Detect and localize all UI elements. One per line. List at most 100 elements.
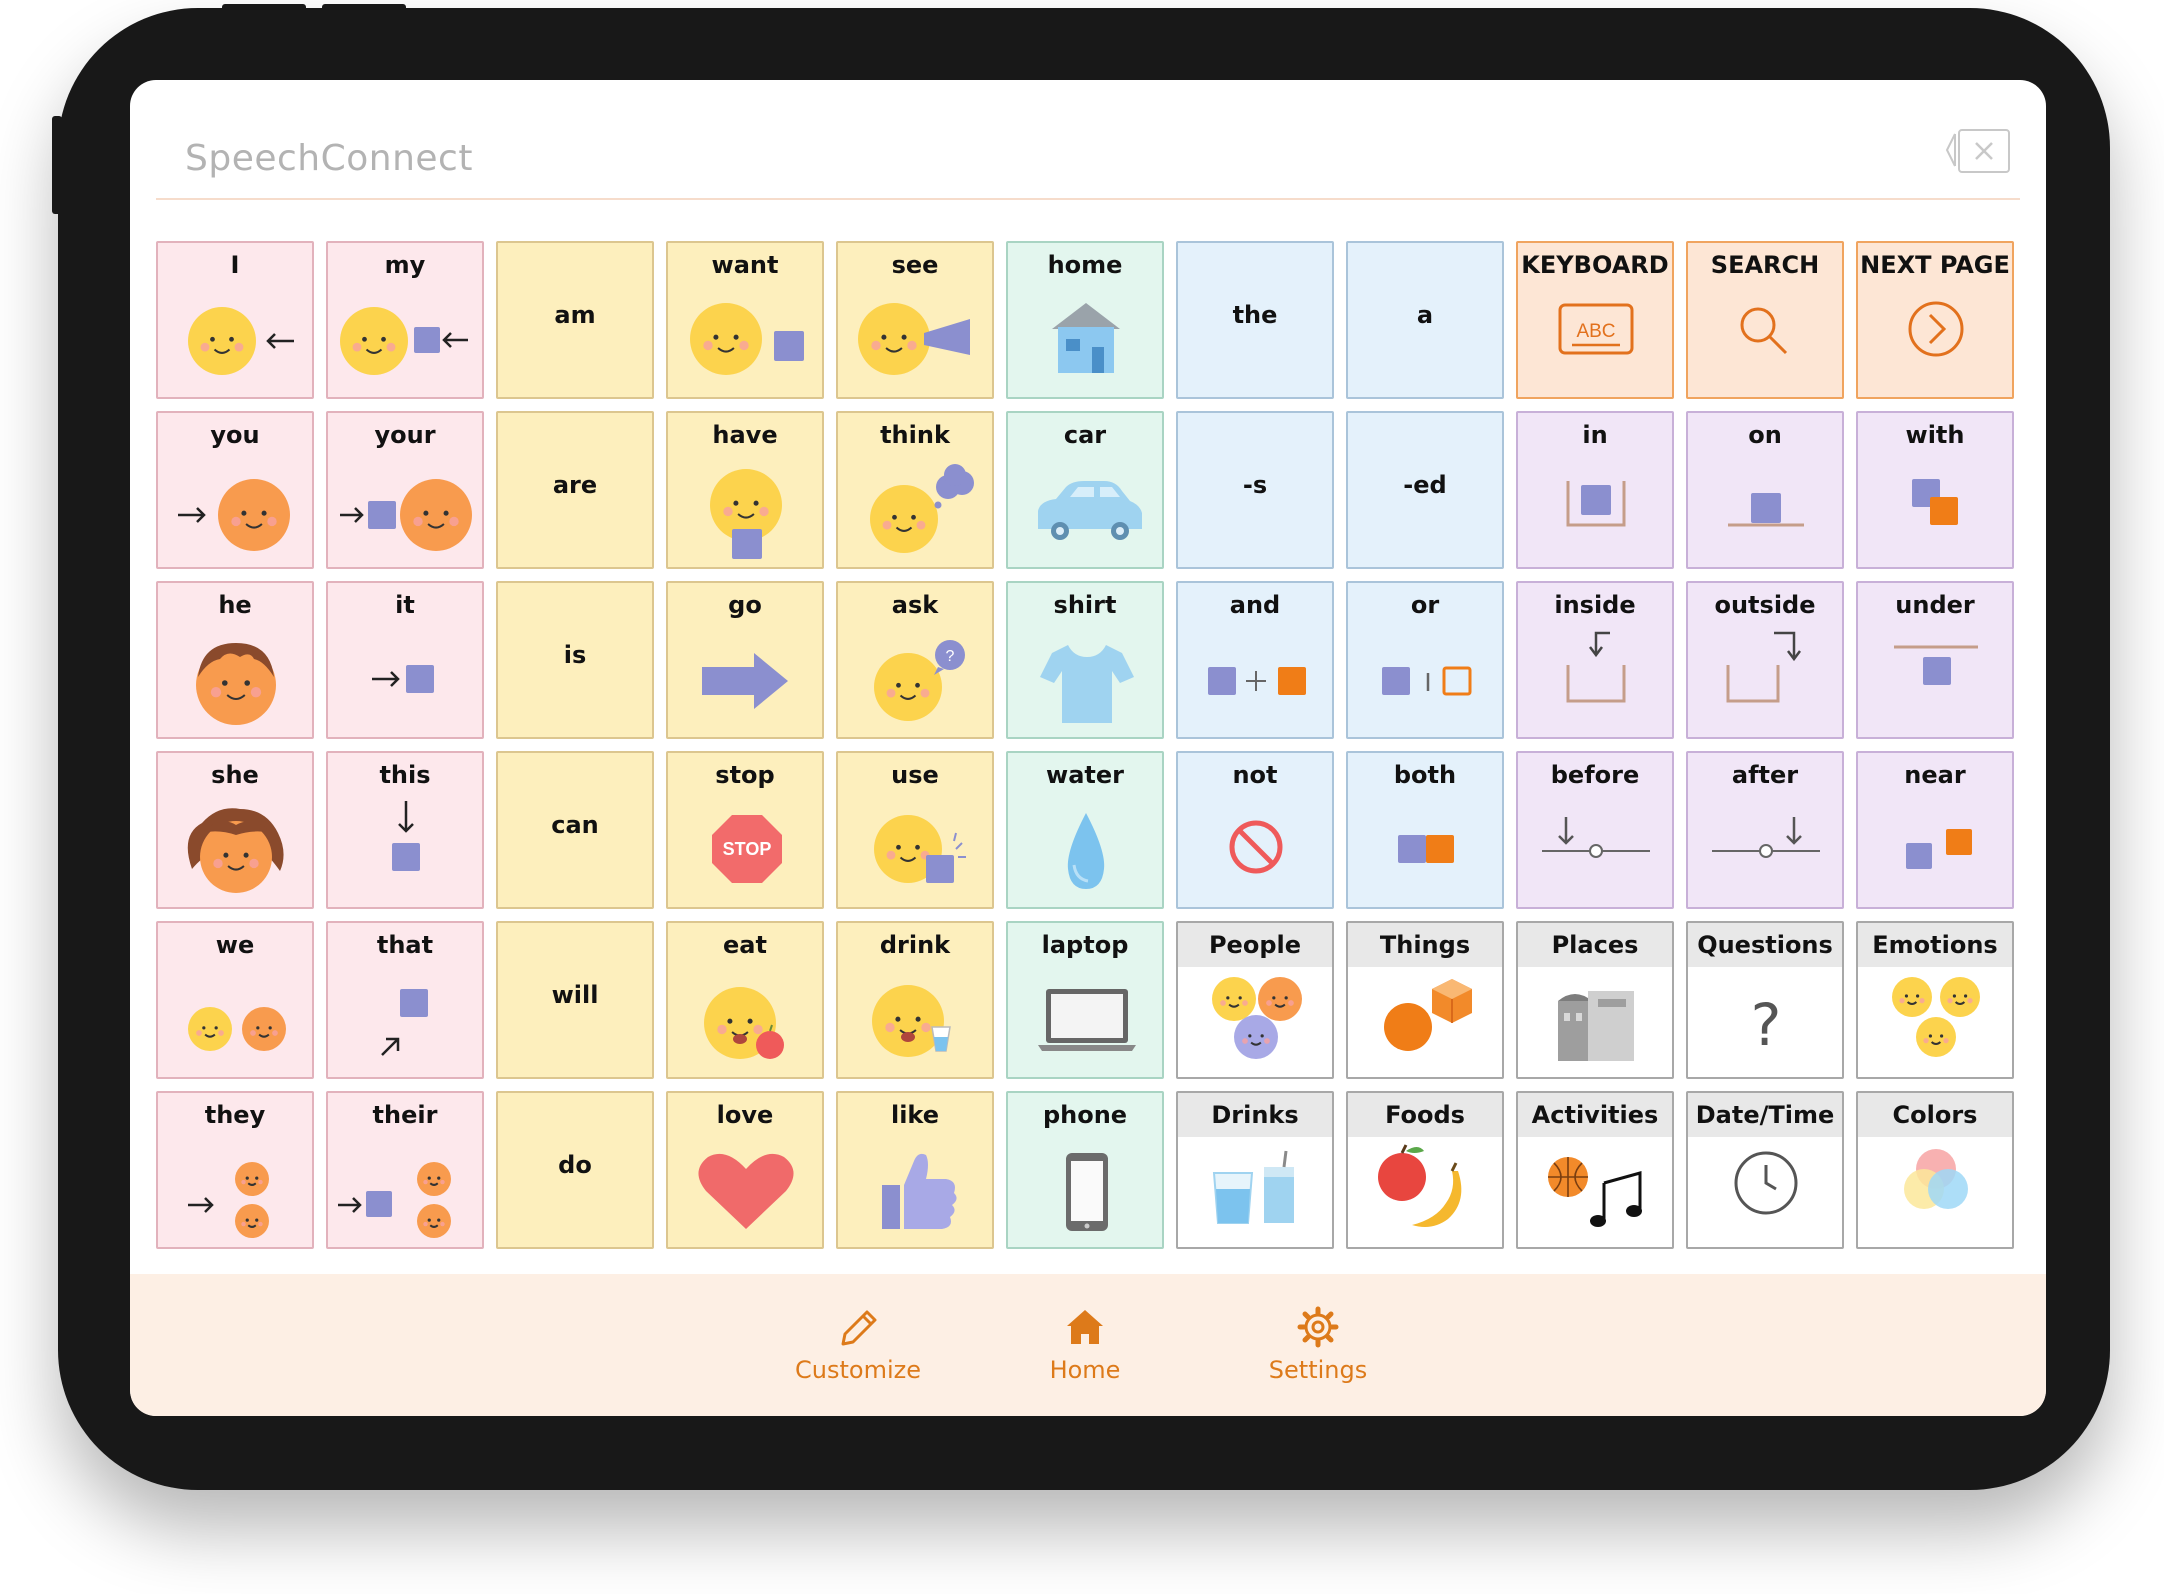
symbol-tile-label: inside — [1554, 591, 1636, 619]
symbol-tile-i[interactable]: I — [156, 241, 314, 399]
symbol-tile-want[interactable]: want — [666, 241, 824, 399]
symbol-tile-drinks[interactable]: Drinks — [1176, 1091, 1334, 1249]
symbol-tile-label: Activities — [1531, 1101, 1659, 1129]
symbol-tile-label: Colors — [1892, 1101, 1978, 1129]
symbol-tile-and[interactable]: and — [1176, 581, 1334, 739]
symbol-tile-date-time[interactable]: Date/Time — [1686, 1091, 1844, 1249]
symbol-tile-will[interactable]: will — [496, 921, 654, 1079]
symbol-tile-activities[interactable]: Activities — [1516, 1091, 1674, 1249]
symbol-tile-next-page[interactable]: NEXT PAGE — [1856, 241, 2014, 399]
symbol-tile-label: use — [891, 761, 939, 789]
symbol-tile-phone[interactable]: phone — [1006, 1091, 1164, 1249]
symbol-tile-like[interactable]: like — [836, 1091, 994, 1249]
symbol-tile-label: this — [379, 761, 431, 789]
symbol-tile-label: your — [374, 421, 436, 449]
symbol-tile-colors[interactable]: Colors — [1856, 1091, 2014, 1249]
symbol-tile-label: like — [890, 1101, 940, 1129]
symbol-tile-have[interactable]: have — [666, 411, 824, 569]
symbol-tile-questions[interactable]: Questions? — [1686, 921, 1844, 1079]
symbol-tile-do[interactable]: do — [496, 1091, 654, 1249]
house-icon — [1008, 289, 1162, 393]
symbol-tile-it[interactable]: it — [326, 581, 484, 739]
symbol-tile-outside[interactable]: outside — [1686, 581, 1844, 739]
symbol-tile-ed[interactable]: -ed — [1346, 411, 1504, 569]
symbol-tile-eat[interactable]: eat — [666, 921, 824, 1079]
device-top-button — [322, 4, 406, 12]
symbol-tile-is[interactable]: is — [496, 581, 654, 739]
symbol-tile-before[interactable]: before — [1516, 751, 1674, 909]
symbol-tile-water[interactable]: water — [1006, 751, 1164, 909]
symbol-tile-after[interactable]: after — [1686, 751, 1844, 909]
face-drinking-icon — [838, 969, 992, 1073]
symbol-tile-things[interactable]: Things — [1346, 921, 1504, 1079]
symbol-tile-can[interactable]: can — [496, 751, 654, 909]
symbol-tile-both[interactable]: both — [1346, 751, 1504, 909]
symbol-tile-label: my — [384, 251, 426, 279]
nav-customize[interactable]: Customize — [758, 1302, 958, 1384]
symbol-tile-with[interactable]: with — [1856, 411, 2014, 569]
symbol-tile-label: go — [728, 591, 762, 619]
symbol-tile-near[interactable]: near — [1856, 751, 2014, 909]
nav-settings[interactable]: Settings — [1218, 1302, 1418, 1384]
bottom-nav: Customize Home Settings — [130, 1274, 2046, 1416]
symbol-tile-label: NEXT PAGE — [1860, 251, 2010, 279]
backspace-icon[interactable] — [1945, 128, 2015, 178]
symbol-tile-think[interactable]: think — [836, 411, 994, 569]
symbol-tile-drink[interactable]: drink — [836, 921, 994, 1079]
symbol-tile-he[interactable]: he — [156, 581, 314, 739]
symbol-tile-see[interactable]: see — [836, 241, 994, 399]
symbol-tile-your[interactable]: your — [326, 411, 484, 569]
symbol-tile-love[interactable]: love — [666, 1091, 824, 1249]
symbol-tile-search[interactable]: SEARCH — [1686, 241, 1844, 399]
symbol-tile-their[interactable]: their — [326, 1091, 484, 1249]
symbol-tile-emotions[interactable]: Emotions — [1856, 921, 2014, 1079]
symbol-tile-ask[interactable]: ask? — [836, 581, 994, 739]
symbol-tile-label: love — [716, 1101, 774, 1129]
ball-music-icon — [1518, 1139, 1672, 1243]
people-faces-icon — [1178, 969, 1332, 1073]
symbol-tile-or[interactable]: or — [1346, 581, 1504, 739]
symbol-tile-home[interactable]: home — [1006, 241, 1164, 399]
symbol-tile-label: is — [563, 641, 587, 669]
symbol-tile-the[interactable]: the — [1176, 241, 1334, 399]
symbol-tile-laptop[interactable]: laptop — [1006, 921, 1164, 1079]
item-plus-item-icon — [1178, 629, 1332, 733]
symbol-tile-foods[interactable]: Foods — [1346, 1091, 1504, 1249]
symbol-tile-label: water — [1046, 761, 1124, 789]
symbol-tile-my[interactable]: my — [326, 241, 484, 399]
phone-icon — [1008, 1139, 1162, 1243]
symbol-tile-we[interactable]: we — [156, 921, 314, 1079]
symbol-tile-places[interactable]: Places — [1516, 921, 1674, 1079]
symbol-tile-they[interactable]: they — [156, 1091, 314, 1249]
symbol-tile-go[interactable]: go — [666, 581, 824, 739]
app-title: SpeechConnect — [185, 138, 473, 179]
symbol-tile-am[interactable]: am — [496, 241, 654, 399]
symbol-tile-a[interactable]: a — [1346, 241, 1504, 399]
buildings-icon — [1518, 969, 1672, 1073]
symbol-tile-shirt[interactable]: shirt — [1006, 581, 1164, 739]
symbol-tile-on[interactable]: on — [1686, 411, 1844, 569]
symbol-tile-not[interactable]: not — [1176, 751, 1334, 909]
symbol-tile-label: Places — [1551, 931, 1639, 959]
symbol-tile-are[interactable]: are — [496, 411, 654, 569]
symbol-tile-in[interactable]: in — [1516, 411, 1674, 569]
symbol-tile-label: with — [1905, 421, 1965, 449]
timeline-after-icon — [1688, 799, 1842, 903]
face-pointing-self-icon — [158, 289, 312, 393]
symbol-tile-car[interactable]: car — [1006, 411, 1164, 569]
nav-home[interactable]: Home — [985, 1302, 1185, 1384]
symbol-tile-s[interactable]: -s — [1176, 411, 1334, 569]
symbol-tile-this[interactable]: this — [326, 751, 484, 909]
symbol-tile-that[interactable]: that — [326, 921, 484, 1079]
symbol-tile-inside[interactable]: inside — [1516, 581, 1674, 739]
keyboard-abc-icon: ABC — [1518, 289, 1672, 393]
symbol-tile-people[interactable]: People — [1176, 921, 1334, 1079]
symbol-tile-she[interactable]: she — [156, 751, 314, 909]
svg-text:STOP: STOP — [723, 839, 772, 859]
symbol-tile-you[interactable]: you — [156, 411, 314, 569]
symbol-tile-under[interactable]: under — [1856, 581, 2014, 739]
symbol-tile-use[interactable]: use — [836, 751, 994, 909]
symbol-tile-keyboard[interactable]: KEYBOARD ABC — [1516, 241, 1674, 399]
clock-icon — [1688, 1139, 1842, 1243]
symbol-tile-stop[interactable]: stop STOP — [666, 751, 824, 909]
